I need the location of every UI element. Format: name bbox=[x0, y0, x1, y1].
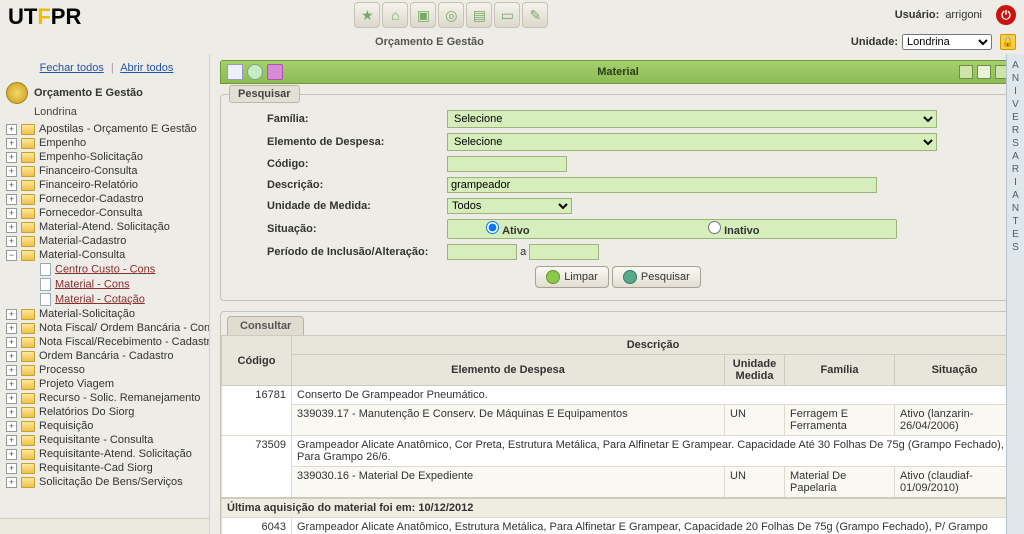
safe-icon[interactable]: ▣ bbox=[410, 2, 436, 28]
th-elem: Elemento de Despesa bbox=[292, 355, 725, 386]
familia-select[interactable]: Selecione bbox=[447, 110, 937, 128]
table-row-detail: 339039.17 - Manutenção E Conserv. De Máq… bbox=[222, 405, 1015, 436]
panel-view-2[interactable] bbox=[977, 65, 991, 79]
unit-selector: Unidade: Londrina 🔒 bbox=[851, 34, 1016, 50]
tree-node[interactable]: +Projeto Viagem bbox=[6, 377, 207, 391]
results-table: Código Descrição Elemento de Despesa Uni… bbox=[221, 335, 1015, 534]
periodo-de-input[interactable] bbox=[447, 244, 517, 260]
search-fieldset: Pesquisar Família:Selecione Elemento de … bbox=[220, 94, 1016, 301]
tree-node[interactable]: +Requisitante-Cad Siorg bbox=[6, 461, 207, 475]
tree-leaf[interactable]: Material - Cotação bbox=[40, 292, 207, 307]
tree-node[interactable]: +Apostilas - Orçamento E Gestão bbox=[6, 122, 207, 136]
tree-node[interactable]: +Material-Atend. Solicitação bbox=[6, 220, 207, 234]
topbar: ★ ⌂ ▣ ◎ ▤ ▭ ✎ Usuário: arrigoni ⏻ bbox=[0, 0, 1024, 30]
tree-node[interactable]: +Processo bbox=[6, 363, 207, 377]
tree-node[interactable]: +Solicitação De Bens/Serviços bbox=[6, 475, 207, 489]
codigo-input[interactable] bbox=[447, 156, 567, 172]
top-toolbar: ★ ⌂ ▣ ◎ ▤ ▭ ✎ bbox=[354, 2, 548, 28]
image-icon[interactable]: ▭ bbox=[494, 2, 520, 28]
user-info: Usuário: arrigoni ⏻ bbox=[895, 5, 1016, 25]
tree-node-open[interactable]: −Material-Consulta bbox=[6, 248, 207, 262]
th-um: Unidade Medida bbox=[725, 355, 785, 386]
radio-inativo[interactable]: Inativo bbox=[678, 221, 888, 237]
sidebar: Fechar todos | Abrir todos Orçamento E G… bbox=[0, 54, 210, 534]
sidebar-hscroll[interactable] bbox=[0, 518, 209, 534]
content: Material Pesquisar Família:Selecione Ele… bbox=[210, 54, 1024, 534]
tree-node[interactable]: +Requisição bbox=[6, 419, 207, 433]
tree-node[interactable]: +Ordem Bancária - Cadastro bbox=[6, 349, 207, 363]
tree-node[interactable]: +Material-Cadastro bbox=[6, 234, 207, 248]
subheader: Orçamento E Gestão Unidade: Londrina 🔒 bbox=[0, 30, 1024, 54]
table-row-last-acq: Última aquisição do material foi em: 10/… bbox=[222, 498, 1015, 518]
unit-select[interactable]: Londrina bbox=[902, 34, 992, 50]
logout-button[interactable]: ⏻ bbox=[996, 5, 1016, 25]
table-row[interactable]: 6043Grampeador Alicate Anatômico, Estrut… bbox=[222, 518, 1015, 534]
tree-node[interactable]: +Recurso - Solic. Remanejamento bbox=[6, 391, 207, 405]
radio-ativo[interactable]: Ativo bbox=[456, 221, 666, 237]
tree-node[interactable]: +Financeiro-Consulta bbox=[6, 164, 207, 178]
panel-header: Material bbox=[220, 60, 1016, 84]
th-situacao: Situação bbox=[895, 355, 1015, 386]
panel-icon-1[interactable] bbox=[227, 64, 243, 80]
tree-node[interactable]: +Material-Solicitação bbox=[6, 307, 207, 321]
user-value: arrigoni bbox=[945, 9, 982, 21]
th-codigo: Código bbox=[222, 336, 292, 386]
table-row[interactable]: 16781Conserto De Grampeador Pneumático. bbox=[222, 386, 1015, 405]
tree-node[interactable]: +Financeiro-Relatório bbox=[6, 178, 207, 192]
th-familia: Família bbox=[785, 355, 895, 386]
panel-title: Material bbox=[597, 66, 639, 78]
search-legend: Pesquisar bbox=[229, 85, 300, 103]
tree-root-sub: Londrina bbox=[34, 106, 207, 118]
tree-leaf[interactable]: Material - Cons bbox=[40, 277, 207, 292]
periodo-ate-input[interactable] bbox=[529, 244, 599, 260]
tree-node[interactable]: +Nota Fiscal/Recebimento - Cadastro bbox=[6, 335, 207, 349]
table-row[interactable]: 73509Grampeador Alicate Anatômico, Cor P… bbox=[222, 436, 1015, 467]
tree-node[interactable]: +Relatórios Do Siorg bbox=[6, 405, 207, 419]
print-icon[interactable]: ⌂ bbox=[382, 2, 408, 28]
tree-node[interactable]: +Fornecedor-Cadastro bbox=[6, 192, 207, 206]
panel-icon-2[interactable] bbox=[247, 64, 263, 80]
open-all-link[interactable]: Abrir todos bbox=[120, 62, 173, 74]
limpar-button[interactable]: Limpar bbox=[535, 266, 609, 288]
tree-node[interactable]: +Empenho-Solicitação bbox=[6, 150, 207, 164]
panel-icon-3[interactable] bbox=[267, 64, 283, 80]
root-icon bbox=[6, 82, 28, 104]
elemento-select[interactable]: Selecione bbox=[447, 133, 937, 151]
tree-node[interactable]: +Empenho bbox=[6, 136, 207, 150]
tree-node[interactable]: +Requisitante-Atend. Solicitação bbox=[6, 447, 207, 461]
pesquisar-button[interactable]: Pesquisar bbox=[612, 266, 701, 288]
logo: UTFPR bbox=[8, 4, 81, 30]
table-row-detail: 339030.16 - Material De ExpedienteUNMate… bbox=[222, 467, 1015, 499]
star-icon[interactable]: ★ bbox=[354, 2, 380, 28]
results-panel: Consultar Código Descrição Elemento de D… bbox=[220, 311, 1016, 534]
th-descricao: Descrição bbox=[292, 336, 1015, 355]
tab-consultar[interactable]: Consultar bbox=[227, 316, 304, 335]
tree-leaf[interactable]: Centro Custo - Cons bbox=[40, 262, 207, 277]
unidade-medida-select[interactable]: Todos bbox=[447, 198, 572, 214]
note-icon[interactable]: ✎ bbox=[522, 2, 548, 28]
tree-node[interactable]: +Nota Fiscal/ Ordem Bancária - Consulta bbox=[6, 321, 207, 335]
tree-root[interactable]: Orçamento E Gestão bbox=[6, 82, 207, 104]
lock-icon[interactable]: 🔒 bbox=[1000, 34, 1016, 50]
tree-controls: Fechar todos | Abrir todos bbox=[6, 62, 207, 74]
tree-node[interactable]: +Requisitante - Consulta bbox=[6, 433, 207, 447]
panel-view-1[interactable] bbox=[959, 65, 973, 79]
app-title: Orçamento E Gestão bbox=[375, 36, 484, 48]
tree-node[interactable]: +Fornecedor-Consulta bbox=[6, 206, 207, 220]
descricao-input[interactable] bbox=[447, 177, 877, 193]
aniversariantes-rail[interactable]: ANIVERSARIANTES bbox=[1006, 54, 1024, 534]
coin-icon[interactable]: ◎ bbox=[438, 2, 464, 28]
close-all-link[interactable]: Fechar todos bbox=[40, 62, 104, 74]
calc-icon[interactable]: ▤ bbox=[466, 2, 492, 28]
